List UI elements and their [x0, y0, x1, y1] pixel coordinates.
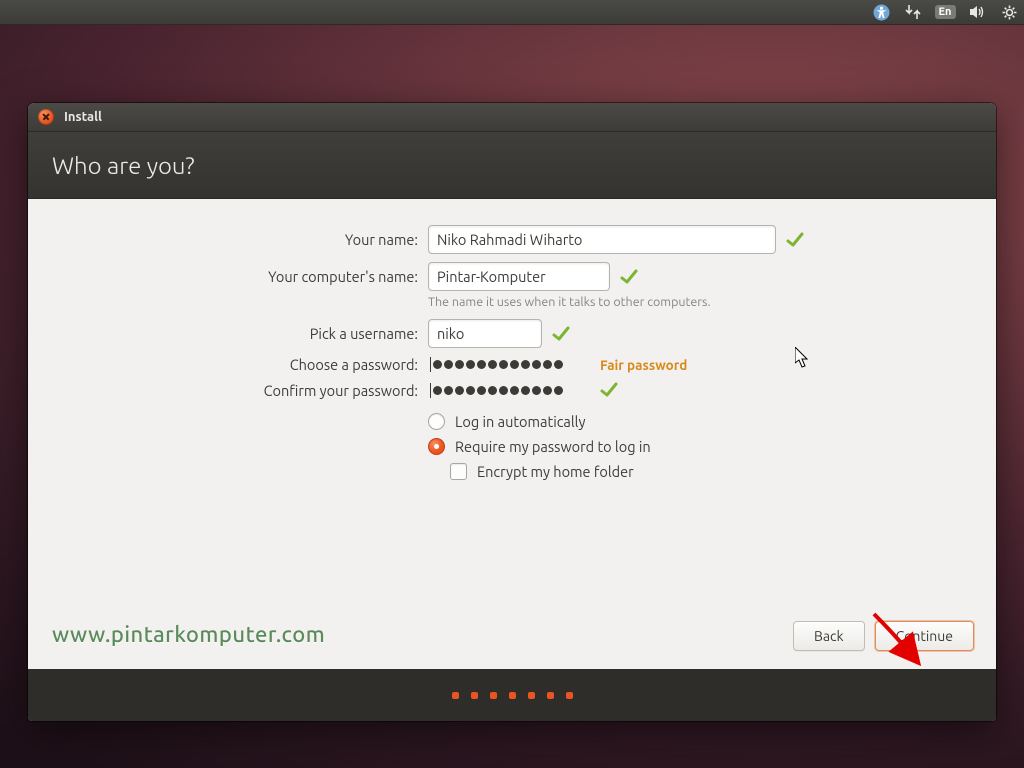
- install-window: Install Who are you? Your name: Your com…: [28, 103, 996, 721]
- checkbox-label: Encrypt my home folder: [477, 463, 634, 480]
- accessibility-icon[interactable]: [872, 3, 890, 21]
- form-body: Your name: Your computer's name: The nam…: [28, 199, 996, 669]
- password-label: Choose a password:: [28, 356, 428, 373]
- radio-label: Require my password to log in: [455, 438, 651, 455]
- sound-icon[interactable]: [968, 3, 986, 21]
- language-indicator[interactable]: En: [936, 3, 954, 21]
- username-label: Pick a username:: [28, 325, 428, 342]
- progress-indicator: [28, 669, 996, 721]
- check-icon: [552, 325, 570, 343]
- watermark: www.pintarkomputer.com: [52, 622, 325, 647]
- continue-button[interactable]: Continue: [875, 621, 974, 651]
- network-icon[interactable]: [904, 3, 922, 21]
- check-icon: [620, 268, 638, 286]
- titlebar[interactable]: Install: [28, 103, 996, 132]
- username-input[interactable]: [428, 319, 542, 348]
- close-icon[interactable]: [38, 109, 54, 125]
- password-input[interactable]: [428, 357, 590, 372]
- desktop-background: En: [0, 0, 1024, 768]
- check-icon: [786, 231, 804, 249]
- confirm-label: Confirm your password:: [28, 382, 428, 399]
- top-panel: En: [0, 0, 1024, 25]
- name-input[interactable]: [428, 225, 776, 254]
- confirm-password-input[interactable]: [428, 383, 590, 398]
- radio-require-password[interactable]: Require my password to log in: [428, 438, 996, 455]
- window-title: Install: [64, 110, 102, 124]
- name-label: Your name:: [28, 231, 428, 248]
- language-badge: En: [935, 5, 956, 19]
- page-title: Who are you?: [28, 132, 996, 199]
- hostname-input[interactable]: [428, 262, 610, 291]
- gear-icon[interactable]: [1000, 3, 1018, 21]
- hostname-label: Your computer's name:: [28, 268, 428, 285]
- checkbox-encrypt-home[interactable]: Encrypt my home folder: [428, 463, 996, 480]
- radio-label: Log in automatically: [455, 413, 585, 430]
- password-strength: Fair password: [600, 357, 687, 373]
- check-icon: [600, 381, 618, 399]
- radio-auto-login[interactable]: Log in automatically: [428, 413, 996, 430]
- back-button[interactable]: Back: [793, 621, 865, 651]
- hostname-helper: The name it uses when it talks to other …: [428, 295, 996, 309]
